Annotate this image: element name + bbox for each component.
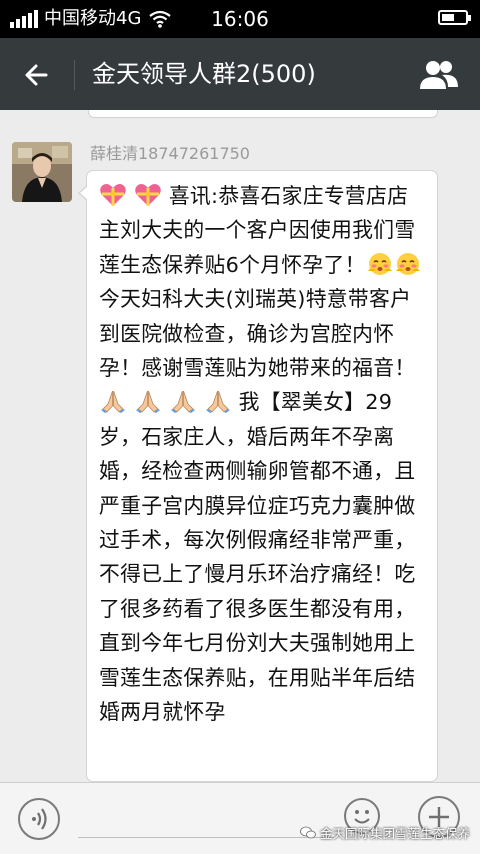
chat-header: 金天领导人群2(500) bbox=[0, 38, 480, 110]
status-bar: 中国移动4G 16:06 bbox=[0, 0, 480, 38]
blushing-face-icon bbox=[394, 251, 422, 277]
message-input[interactable] bbox=[78, 837, 334, 838]
message-list[interactable]: 薛桂清18747261750 喜讯:恭喜石家庄专营店店主刘大夫的一个客户因使用我… bbox=[0, 110, 480, 782]
message-bubble[interactable]: 喜讯:恭喜石家庄专营店店主刘大夫的一个客户因使用我们雪莲生态保养贴6个月怀孕了！… bbox=[78, 170, 438, 782]
avatar[interactable] bbox=[12, 142, 72, 202]
message-text: 喜讯:恭喜石家庄专营店店主刘大夫的一个客户因使用我们雪莲生态保养贴6个月怀孕了！… bbox=[99, 179, 427, 730]
message-text-segment bbox=[127, 184, 134, 208]
message-text-segment bbox=[127, 390, 134, 414]
battery-icon bbox=[438, 10, 471, 25]
previous-message-bubble bbox=[88, 110, 438, 118]
message-text-segment bbox=[197, 390, 204, 414]
praying-hands-icon bbox=[204, 388, 232, 414]
praying-hands-icon bbox=[99, 388, 127, 414]
battery-level bbox=[442, 14, 455, 21]
wechat-icon bbox=[300, 826, 316, 839]
heart-gift-icon bbox=[134, 182, 162, 208]
heart-gift-icon bbox=[99, 182, 127, 208]
watermark: 金天国际集团雪莲生态保养 bbox=[300, 823, 470, 842]
sender-name: 薛桂清18747261750 bbox=[90, 144, 250, 163]
voice-input-icon[interactable] bbox=[18, 798, 60, 840]
praying-hands-icon bbox=[134, 388, 162, 414]
header-divider bbox=[74, 60, 75, 90]
watermark-text: 金天国际集团雪莲生态保养 bbox=[319, 826, 470, 841]
back-arrow-icon[interactable] bbox=[20, 58, 54, 92]
message-text-segment: 我【翠美女】29岁，石家庄人，婚后两年不孕离婚，经检查两侧输卵管都不通，且严重子… bbox=[99, 390, 416, 725]
message-text-segment bbox=[162, 390, 169, 414]
input-bar: 金天国际集团雪莲生态保养 bbox=[0, 782, 480, 854]
clock: 16:06 bbox=[211, 7, 269, 31]
message-text-segment: 今天妇科大夫(刘瑞英)特意带客户到医院做检查，确诊为宫腔内怀孕！感谢雪莲贴为她带… bbox=[99, 287, 416, 381]
chat-title: 金天领导人群2(500) bbox=[92, 60, 316, 88]
praying-hands-icon bbox=[169, 388, 197, 414]
group-members-icon[interactable] bbox=[418, 58, 460, 92]
blushing-face-icon bbox=[366, 251, 394, 277]
